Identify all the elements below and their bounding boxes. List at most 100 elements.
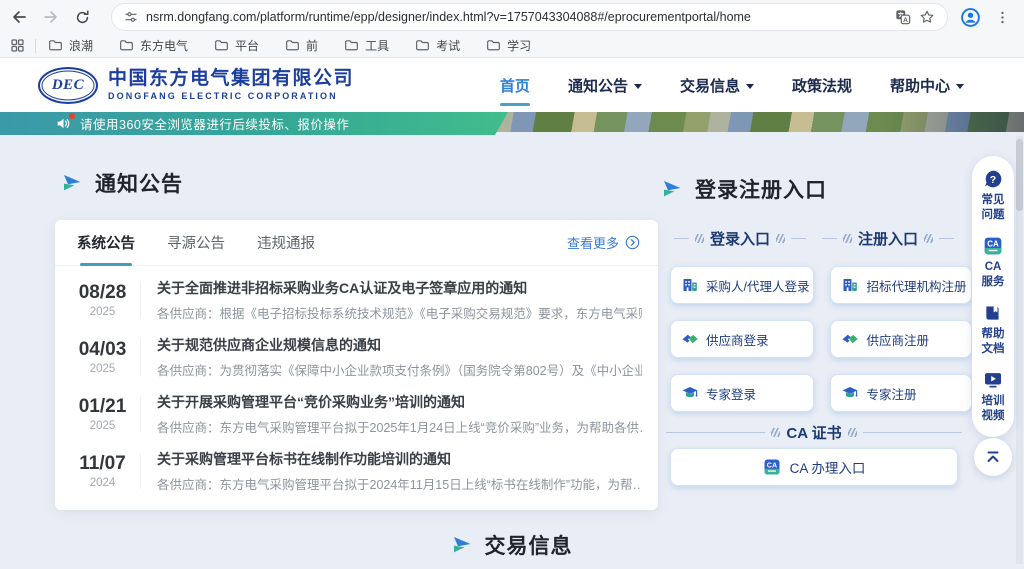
company-name-en: DONGFANG ELECTRIC CORPORATION — [108, 91, 354, 101]
reload-button[interactable] — [74, 9, 91, 26]
notice-summary: 各供应商：东方电气采购管理平台拟于2025年1月24日上线“竞价采购”业务，为帮… — [157, 417, 642, 436]
notices-section-header: 通知公告 — [62, 168, 183, 198]
notice-date: 11/07 2024 — [71, 453, 141, 489]
entry-button[interactable]: 供应商登录 — [670, 320, 814, 358]
notice-summary: 各供应商：根据《电子招标投标系统技术规范》《电子采购交易规范》要求，东方电气采购… — [157, 303, 642, 322]
ornament-slashes — [771, 428, 780, 437]
site-settings-icon[interactable] — [124, 10, 138, 24]
nav-item-label: 帮助中心 — [890, 75, 950, 96]
notice-item[interactable]: 08/28 2025 关于全面推进非招标采购业务CA认证及电子签章应用的通知 各… — [55, 271, 658, 328]
bookmark-folder[interactable]: 工具 — [344, 37, 389, 54]
bookmark-folder[interactable]: 东方电气 — [119, 37, 188, 54]
bookmark-label: 前 — [306, 37, 318, 54]
ornament-slashes — [776, 234, 785, 243]
notice-date-year: 2025 — [71, 306, 134, 318]
ca-entry-button[interactable]: CA 办理入口 — [670, 448, 958, 486]
forward-button[interactable] — [42, 8, 60, 26]
section-arrow-icon — [62, 174, 82, 192]
rail-item-label: CA服务 — [980, 260, 1006, 290]
ornament-line — [863, 432, 962, 433]
notice-body: 关于规范供应商企业规模信息的通知 各供应商：为贯彻落实《保障中小企业款项支付条例… — [157, 335, 642, 379]
nav-item[interactable]: 首页 — [500, 58, 530, 112]
nav-item[interactable]: 交易信息 — [680, 58, 754, 112]
rail-item-icon — [983, 169, 1003, 189]
notice-ticker: 请使用360安全浏览器进行后续投标、报价操作 — [0, 112, 508, 135]
ornament-line — [666, 432, 765, 433]
notice-date-year: 2025 — [71, 363, 134, 375]
nav-item[interactable]: 通知公告 — [568, 58, 642, 112]
notice-item[interactable]: 11/07 2024 关于采购管理平台标书在线制作功能培训的通知 各供应商：东方… — [55, 442, 658, 499]
login-panel-title: 登录注册入口 — [695, 174, 827, 204]
bookmark-folder[interactable]: 考试 — [415, 37, 460, 54]
rail-item[interactable]: 培训视频 — [972, 370, 1014, 424]
ornament-slashes — [695, 234, 704, 243]
profile-avatar[interactable] — [960, 7, 981, 28]
toolbar-actions — [960, 7, 1014, 28]
entry-button-label: 采购人/代理人登录 — [706, 276, 809, 295]
entry-button[interactable]: 专家登录 — [670, 374, 814, 412]
notice-title[interactable]: 关于全面推进非招标采购业务CA认证及电子签章应用的通知 — [157, 278, 642, 298]
folder-icon — [344, 38, 359, 53]
notice-date-day: 11/07 — [71, 453, 134, 475]
rail-item[interactable]: 帮助文档 — [972, 303, 1014, 357]
entry-button[interactable]: 采购人/代理人登录 — [670, 266, 814, 304]
notice-date-day: 08/28 — [71, 282, 134, 304]
notice-body: 关于全面推进非招标采购业务CA认证及电子签章应用的通知 各供应商：根据《电子招标… — [157, 278, 642, 322]
rail-item[interactable]: 常见问题 — [972, 169, 1014, 223]
ornament-line — [939, 238, 954, 239]
entry-button[interactable]: 招标代理机构注册 — [830, 266, 971, 304]
notice-title[interactable]: 关于规范供应商企业规模信息的通知 — [157, 335, 642, 355]
tab-label: 违规通报 — [257, 232, 315, 253]
back-button[interactable] — [10, 8, 28, 26]
ornament-line — [674, 238, 689, 239]
entry-button-label: 专家登录 — [706, 384, 756, 403]
notice-date-day: 04/03 — [71, 339, 134, 361]
entry-button-label: 供应商注册 — [866, 330, 929, 349]
login-header-label: 登录入口 — [710, 228, 770, 249]
bookmark-folder[interactable]: 前 — [285, 37, 318, 54]
url-bar[interactable]: nsrm.dongfang.com/platform/runtime/epp/d… — [111, 3, 948, 31]
main-nav: 首页 通知公告 交易信息 政策法规 — [500, 58, 964, 112]
notice-title[interactable]: 关于开展采购管理平台“竞价采购业务”培训的通知 — [157, 392, 642, 412]
site-header: DEC 中国东方电气集团有限公司 DONGFANG ELECTRIC CORPO… — [0, 58, 1024, 112]
notice-title[interactable]: 关于采购管理平台标书在线制作功能培训的通知 — [157, 449, 642, 469]
view-more-link[interactable]: 查看更多 — [567, 233, 640, 252]
bookmark-star-icon[interactable] — [919, 9, 935, 25]
ca-badge-icon — [763, 458, 781, 476]
entry-button[interactable]: 专家注册 — [830, 374, 971, 412]
notice-tab[interactable]: 系统公告 — [77, 220, 135, 265]
notice-item[interactable]: 04/03 2025 关于规范供应商企业规模信息的通知 各供应商：为贯彻落实《保… — [55, 328, 658, 385]
ticker-text: 请使用360安全浏览器进行后续投标、报价操作 — [80, 114, 349, 133]
bookmark-folder[interactable]: 平台 — [214, 37, 259, 54]
back-to-top-button[interactable] — [974, 438, 1012, 476]
rail-item[interactable]: CA服务 — [972, 236, 1014, 290]
nav-item[interactable]: 政策法规 — [792, 58, 852, 112]
entry-buttons: 采购人/代理人登录 招标代理机构注册 供应商登录 供应商注册 — [670, 266, 958, 412]
rail-item-icon — [983, 236, 1003, 256]
apps-grid-icon[interactable] — [10, 38, 25, 53]
menu-dots-icon[interactable] — [995, 10, 1010, 25]
tab-label: 系统公告 — [77, 232, 135, 253]
scrollbar-thumb[interactable] — [1016, 139, 1023, 211]
scrollbar[interactable] — [1016, 136, 1023, 564]
nav-item[interactable]: 帮助中心 — [890, 58, 964, 112]
url-text[interactable]: nsrm.dongfang.com/platform/runtime/epp/d… — [146, 10, 887, 24]
notice-tab[interactable]: 违规通报 — [257, 220, 315, 265]
rail-item-label: 培训视频 — [980, 394, 1006, 424]
notice-summary: 各供应商：东方电气采购管理平台拟于2024年11月15日上线“标书在线制作”功能… — [157, 474, 642, 493]
bookmark-label: 工具 — [365, 37, 389, 54]
entry-button[interactable]: 供应商注册 — [830, 320, 971, 358]
bookmark-folder[interactable]: 学习 — [486, 37, 531, 54]
notice-tab[interactable]: 寻源公告 — [167, 220, 225, 265]
notices-card: 系统公告 寻源公告 违规通报 查看更多 — [55, 220, 658, 510]
browser-toolbar: nsrm.dongfang.com/platform/runtime/epp/d… — [0, 0, 1024, 34]
notice-date-year: 2025 — [71, 420, 134, 432]
notice-item[interactable]: 01/21 2025 关于开展采购管理平台“竞价采购业务”培训的通知 各供应商：… — [55, 385, 658, 442]
bookmark-label: 平台 — [235, 37, 259, 54]
entry-button-icon — [681, 384, 699, 402]
translate-icon[interactable]: A — [895, 9, 911, 25]
register-column-header: 注册入口 — [814, 228, 962, 249]
notice-body: 关于采购管理平台标书在线制作功能培训的通知 各供应商：东方电气采购管理平台拟于2… — [157, 449, 642, 493]
bookmark-folder[interactable]: 浪潮 — [48, 37, 93, 54]
company-logo[interactable]: DEC 中国东方电气集团有限公司 DONGFANG ELECTRIC CORPO… — [38, 67, 354, 104]
